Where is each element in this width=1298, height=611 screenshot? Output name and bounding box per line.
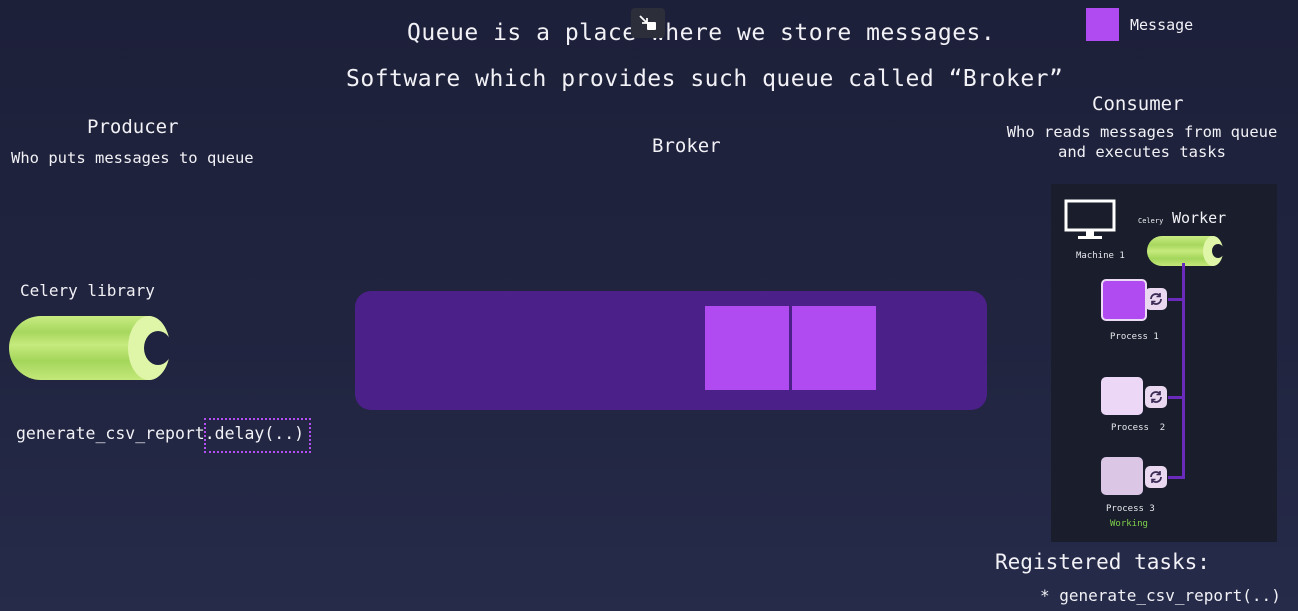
process-2-label: Process 2 — [1111, 423, 1166, 433]
registered-task-item: * generate_csv_report(..) — [1040, 586, 1281, 605]
process-2-box — [1101, 377, 1143, 415]
queue-message — [705, 306, 789, 390]
worker-label: Worker — [1172, 209, 1227, 227]
process-3-status: Working — [1110, 519, 1148, 529]
process-3-box — [1101, 457, 1143, 495]
delay-highlight-box — [204, 418, 311, 453]
broker-queue — [355, 291, 987, 410]
celery-small-label: Celery — [1138, 217, 1164, 225]
worker-celery-logo — [1146, 235, 1224, 267]
celery-logo-icon — [8, 315, 172, 381]
producer-subtitle: Who puts messages to queue — [11, 149, 254, 167]
producer-title: Producer — [87, 116, 179, 138]
consumer-subtitle-2: and executes tasks — [1058, 143, 1226, 161]
refresh-icon — [1145, 386, 1167, 408]
connector-branch — [1168, 476, 1184, 479]
legend-message-swatch — [1086, 8, 1119, 41]
broker-title: Broker — [652, 135, 721, 157]
connector-branch — [1168, 396, 1184, 399]
minimize-icon[interactable] — [631, 8, 665, 38]
header-line-1: Queue is a place where we store messages… — [407, 20, 996, 46]
queue-message — [792, 306, 876, 390]
refresh-icon — [1145, 288, 1167, 310]
header-line-2: Software which provides such queue calle… — [346, 66, 1064, 92]
machine-label: Machine 1 — [1076, 251, 1125, 261]
consumer-subtitle-1: Who reads messages from queue — [1006, 123, 1278, 141]
registered-tasks-title: Registered tasks: — [995, 550, 1210, 574]
refresh-icon — [1145, 466, 1167, 488]
monitor-icon — [1064, 199, 1116, 241]
worker-connector — [1182, 263, 1185, 479]
celery-library-label: Celery library — [20, 281, 155, 300]
code-function-name: generate_csv_report — [16, 424, 205, 443]
consumer-title: Consumer — [1092, 93, 1184, 115]
connector-branch — [1168, 298, 1184, 301]
process-3-label: Process 3 — [1106, 504, 1155, 514]
legend-label: Message — [1130, 16, 1194, 34]
process-1-label: Process 1 — [1110, 332, 1159, 342]
process-1-box — [1101, 279, 1147, 321]
